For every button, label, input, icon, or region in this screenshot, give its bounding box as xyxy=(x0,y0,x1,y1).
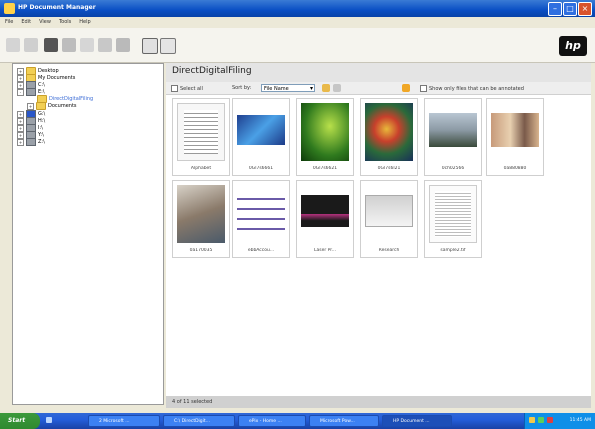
thumbnail-image xyxy=(429,185,477,243)
thumbnail-caption: 0ch02566 xyxy=(441,166,465,171)
link-icon[interactable] xyxy=(160,38,176,54)
thumbnail-image xyxy=(365,103,413,161)
thumbnail-item[interactable]: 0Gl7s6l21 xyxy=(360,98,418,176)
thumbnail-item[interactable]: sample2.tif xyxy=(424,180,482,258)
hp-logo: hp xyxy=(559,36,587,56)
menu-edit[interactable]: Edit xyxy=(21,17,31,28)
quicklaunch-icon[interactable] xyxy=(46,417,52,423)
thumbnail-caption: ebbAccou... xyxy=(247,248,275,253)
taskbar: Start 2 Microsoft ... C:\ DirectDigit...… xyxy=(0,413,595,429)
folder-header: DirectDigitalFiling xyxy=(166,63,591,82)
file-view: DirectDigitalFiling Select all Sort by: … xyxy=(166,63,591,408)
tree-item-z-drive[interactable]: + Z:\ xyxy=(17,138,45,146)
thumbnail-image xyxy=(365,195,413,227)
annotate-icon[interactable] xyxy=(402,84,410,92)
thumbnail-image xyxy=(491,113,539,147)
checkbox-icon[interactable] xyxy=(420,85,427,92)
folder-title: DirectDigitalFiling xyxy=(172,66,252,76)
taskbar-button[interactable]: Microsoft Pow... xyxy=(309,415,379,427)
clock: 11:45 AM xyxy=(569,418,591,423)
thumbnail-item[interactable]: Research xyxy=(360,180,418,258)
thumbnail-item[interactable]: Laser Pr... xyxy=(296,180,354,258)
checkbox-icon[interactable] xyxy=(171,85,178,92)
window-title: HP Document Manager xyxy=(18,4,96,11)
thumbnail-caption: 0Gl7s6661 xyxy=(248,166,274,171)
status-text: 4 of 11 selected xyxy=(172,399,213,405)
thumbnail-image xyxy=(237,193,285,231)
show-annotatable-checkbox[interactable]: Show only files that can be annotated xyxy=(420,85,524,92)
thumbnail-caption: Alphabet xyxy=(190,166,212,171)
drive-icon xyxy=(26,88,36,96)
thumbnail-item[interactable]: 0a880880 xyxy=(486,98,544,176)
system-tray: 11:45 AM xyxy=(524,413,595,429)
taskbar-button[interactable]: HP Document ... xyxy=(382,415,452,427)
refresh-icon[interactable] xyxy=(322,84,330,92)
thumbnail-image xyxy=(301,103,349,161)
thumbnail-caption: 0Gl7s6621 xyxy=(312,166,338,171)
taskbar-button[interactable]: C:\ DirectDigit... xyxy=(163,415,235,427)
folder-tree[interactable]: + Desktop + My Documents + C:\ - E:\ Dir… xyxy=(12,63,164,405)
thumbnail-caption: 0Gl7s6l21 xyxy=(377,166,401,171)
thumbnail-caption: Laser Pr... xyxy=(313,248,337,253)
tree-item-documents[interactable]: + Documents xyxy=(27,102,77,110)
app-window: HP Document Manager – □ × File Edit View… xyxy=(0,0,595,413)
menu-tools[interactable]: Tools xyxy=(59,17,71,28)
thumbnail-caption: Research xyxy=(378,248,400,253)
thumbnail-caption: 0a170035 xyxy=(189,248,213,253)
calendar-icon[interactable] xyxy=(142,38,158,54)
thumbnail-image xyxy=(177,185,225,243)
expand-icon[interactable]: + xyxy=(17,138,24,146)
menu-help[interactable]: Help xyxy=(79,17,90,28)
toolbar: hp xyxy=(0,28,595,63)
menu-bar: File Edit View Tools Help xyxy=(0,17,595,28)
sort-by-label: Sort by: xyxy=(232,85,252,91)
app-icon xyxy=(4,3,15,14)
tray-icon[interactable] xyxy=(538,417,544,423)
select-all-label: Select all xyxy=(180,86,203,92)
expand-icon[interactable]: + xyxy=(27,102,34,110)
sort-bar: Select all Sort by: File Name Show only … xyxy=(166,82,591,95)
copy-icon[interactable] xyxy=(24,38,38,52)
collapse-icon[interactable]: - xyxy=(17,88,24,96)
undo-icon[interactable] xyxy=(44,38,58,52)
sort-dropdown[interactable]: File Name xyxy=(261,84,315,93)
show-annotatable-label: Show only files that can be annotated xyxy=(429,86,524,92)
scan-icon[interactable] xyxy=(6,38,20,52)
tree-item-label: Documents xyxy=(48,102,77,109)
email-icon[interactable] xyxy=(80,38,94,52)
thumbnail-image xyxy=(301,195,349,227)
minimize-button[interactable]: – xyxy=(548,2,562,16)
thumbnail-item[interactable]: 0Gl7s6661 xyxy=(232,98,290,176)
status-bar: 4 of 11 selected xyxy=(166,396,591,408)
phone-icon[interactable] xyxy=(98,38,112,52)
taskbar-button[interactable]: 2 Microsoft ... xyxy=(88,415,160,427)
select-all-checkbox[interactable]: Select all xyxy=(171,85,203,92)
thumbnail-image xyxy=(237,115,285,145)
thumbnail-item[interactable]: Alphabet xyxy=(172,98,230,176)
thumbnail-item[interactable]: 0a170035 xyxy=(172,180,230,258)
title-bar[interactable]: HP Document Manager – □ × xyxy=(0,0,595,17)
thumbnail-item[interactable]: 0ch02566 xyxy=(424,98,482,176)
taskbar-button[interactable]: ePix - Home ... xyxy=(238,415,306,427)
menu-file[interactable]: File xyxy=(5,17,13,28)
view-icon[interactable] xyxy=(333,84,341,92)
thumbnail-image xyxy=(429,113,477,147)
start-button[interactable]: Start xyxy=(0,413,40,429)
fax-icon[interactable] xyxy=(116,38,130,52)
close-button[interactable]: × xyxy=(578,2,592,16)
tray-icon[interactable] xyxy=(547,417,553,423)
thumbnail-item[interactable]: ebbAccou... xyxy=(232,180,290,258)
menu-view[interactable]: View xyxy=(39,17,51,28)
tree-item-label: Z:\ xyxy=(38,138,45,145)
folder-icon xyxy=(36,102,46,110)
maximize-button[interactable]: □ xyxy=(563,2,577,16)
thumbnail-item[interactable]: 0Gl7s6621 xyxy=(296,98,354,176)
thumbnail-caption: 0a880880 xyxy=(503,166,527,171)
drive-icon xyxy=(26,138,36,146)
thumbnail-image xyxy=(177,103,225,161)
tray-icon[interactable] xyxy=(529,417,535,423)
print-icon[interactable] xyxy=(62,38,76,52)
thumbnail-caption: sample2.tif xyxy=(440,248,466,253)
